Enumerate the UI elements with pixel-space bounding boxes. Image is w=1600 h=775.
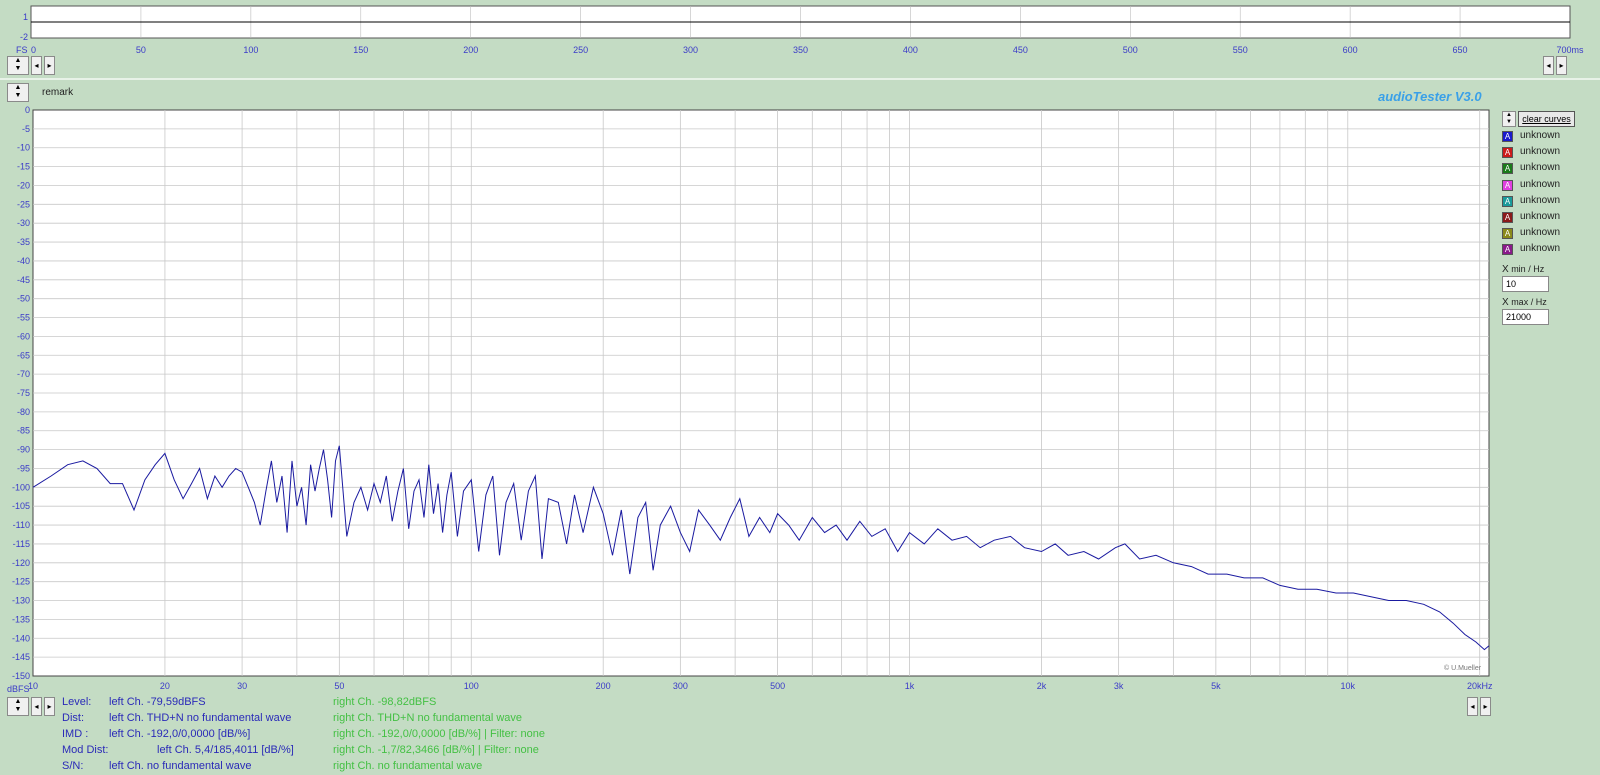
status-sn-label: S/N: bbox=[62, 760, 84, 772]
y-tick-label: -130 bbox=[12, 596, 30, 606]
y-tick-label: -70 bbox=[17, 369, 30, 379]
y-tick-label: -140 bbox=[12, 633, 30, 643]
legend-swatch-icon[interactable]: A bbox=[1502, 163, 1513, 175]
y-tick-label: -115 bbox=[13, 539, 30, 549]
y-tick-label: -100 bbox=[12, 482, 30, 492]
y-tick-label: -95 bbox=[17, 463, 30, 473]
y-tick-label: -145 bbox=[12, 652, 30, 662]
y-tick-label: -40 bbox=[17, 256, 30, 266]
y-tick-label: -60 bbox=[17, 331, 30, 341]
y-tick-label: -125 bbox=[12, 577, 30, 587]
copyright-text: © U.Mueller bbox=[1444, 665, 1482, 672]
legend-label: unknown bbox=[1520, 243, 1561, 255]
legend-label: unknown bbox=[1520, 130, 1561, 141]
x-symbol: X bbox=[1502, 264, 1509, 275]
status-level-left: left Ch. -79,59dBFS bbox=[109, 696, 206, 708]
x-tick-label: 20 bbox=[160, 681, 170, 691]
clear-curves-button[interactable]: clear curves bbox=[1518, 111, 1575, 127]
xmax-label: X max / Hz bbox=[1502, 297, 1547, 308]
legend-swatch-icon[interactable]: A bbox=[1502, 212, 1513, 223]
x-tick-label: 200 bbox=[596, 681, 611, 691]
y-tick-label: -90 bbox=[17, 445, 30, 455]
y-tick-label: -30 bbox=[17, 218, 30, 228]
y-tick-label: -50 bbox=[17, 294, 30, 304]
x-tick-label: 500 bbox=[770, 681, 785, 691]
x-tick-label: 1k bbox=[905, 681, 915, 691]
y-tick-label: -20 bbox=[17, 180, 30, 190]
y-tick-label: -55 bbox=[17, 313, 30, 323]
status-level-right: right Ch. -98,82dBFS bbox=[333, 696, 437, 708]
status-moddist-right: right Ch. -1,7/82,3466 [dB/%] | Filter: … bbox=[333, 744, 539, 756]
legend-label: unknown bbox=[1520, 146, 1561, 158]
status-imd-label: IMD : bbox=[62, 728, 89, 740]
legend-swatch-icon[interactable]: A bbox=[1502, 179, 1513, 191]
y-zoom-spinner[interactable]: ▲ ▼ bbox=[7, 697, 29, 716]
y-tick-label: -10 bbox=[17, 143, 30, 153]
legend-swatch-icon[interactable]: A bbox=[1502, 131, 1513, 142]
status-level-label: Level: bbox=[62, 696, 92, 708]
legend-spinner[interactable]: ▲ ▼ bbox=[1502, 111, 1516, 127]
xmin-input[interactable] bbox=[1502, 276, 1549, 292]
x-tick-label: 3k bbox=[1114, 681, 1124, 691]
legend-swatch-icon[interactable]: A bbox=[1502, 195, 1513, 207]
legend-swatch-icon[interactable]: A bbox=[1502, 228, 1513, 240]
legend-label: unknown bbox=[1520, 211, 1561, 222]
x-tick-label: 2k bbox=[1037, 681, 1047, 691]
status-dist-label: Dist: bbox=[62, 712, 84, 724]
x-symbol: X bbox=[1502, 297, 1509, 308]
status-moddist-label: Mod Dist: bbox=[62, 744, 109, 756]
y-tick-label: -150 bbox=[12, 671, 30, 681]
x-tick-label: 300 bbox=[673, 681, 688, 691]
status-moddist-left: left Ch. 5,4/185,4011 [dB/%] bbox=[157, 744, 294, 756]
y-tick-label: -15 bbox=[17, 162, 30, 172]
y-tick-label: -105 bbox=[12, 501, 30, 511]
freq-end-left-button[interactable]: ◂ bbox=[1467, 697, 1478, 716]
legend-label: unknown bbox=[1520, 194, 1561, 206]
x-tick-label: 30 bbox=[237, 681, 247, 691]
x-tick-label: 20kHz bbox=[1467, 681, 1493, 691]
status-sn-right: right Ch. no fundamental wave bbox=[333, 760, 483, 772]
y-tick-label: -75 bbox=[17, 388, 30, 398]
y-tick-label: -80 bbox=[17, 407, 30, 417]
y-tick-label: 0 bbox=[25, 105, 30, 115]
xmax-input[interactable] bbox=[1502, 309, 1549, 325]
x-tick-label: 5k bbox=[1211, 681, 1221, 691]
legend-label: unknown bbox=[1520, 162, 1561, 174]
x-tick-label: 10k bbox=[1341, 681, 1356, 691]
legend-swatch-icon[interactable]: A bbox=[1502, 147, 1513, 159]
y-tick-label: -85 bbox=[17, 426, 30, 436]
legend-label: unknown bbox=[1520, 227, 1561, 239]
legend-swatch-icon[interactable]: A bbox=[1502, 244, 1513, 256]
y-tick-label: -110 bbox=[13, 520, 30, 530]
ylabel-dbfs: dBFS bbox=[7, 684, 30, 694]
status-dist-right: right Ch. THD+N no fundamental wave bbox=[333, 712, 523, 724]
status-sn-left: left Ch. no fundamental wave bbox=[109, 760, 252, 772]
y-tick-label: -45 bbox=[17, 275, 30, 285]
status-imd-right: right Ch. -192,0/0,0000 [dB/%] | Filter:… bbox=[333, 728, 545, 740]
status-imd-left: left Ch. -192,0/0,0000 [dB/%] bbox=[109, 728, 251, 740]
freq-scroll-left-button[interactable]: ◂ bbox=[31, 697, 42, 716]
y-tick-label: -135 bbox=[12, 614, 30, 624]
freq-end-right-button[interactable]: ▸ bbox=[1480, 697, 1491, 716]
status-dist-left: left Ch. THD+N no fundamental wave bbox=[109, 712, 292, 724]
y-tick-label: -120 bbox=[12, 558, 30, 568]
spectrum-chart: 0 -5 -10 -15 -20 -25 -30 -35 -40 -45 -50 -55 -60 -65 -… bbox=[7, 105, 1493, 694]
xmin-label: X min / Hz bbox=[1502, 264, 1545, 275]
legend-label: unknown bbox=[1520, 178, 1561, 190]
y-tick-label: -35 bbox=[17, 237, 30, 247]
freq-scroll-right-button[interactable]: ▸ bbox=[44, 697, 55, 716]
y-tick-label: -25 bbox=[17, 199, 30, 209]
x-tick-label: 50 bbox=[334, 681, 344, 691]
x-tick-label: 100 bbox=[464, 681, 479, 691]
y-tick-label: -5 bbox=[22, 124, 30, 134]
y-tick-label: -65 bbox=[17, 350, 30, 360]
